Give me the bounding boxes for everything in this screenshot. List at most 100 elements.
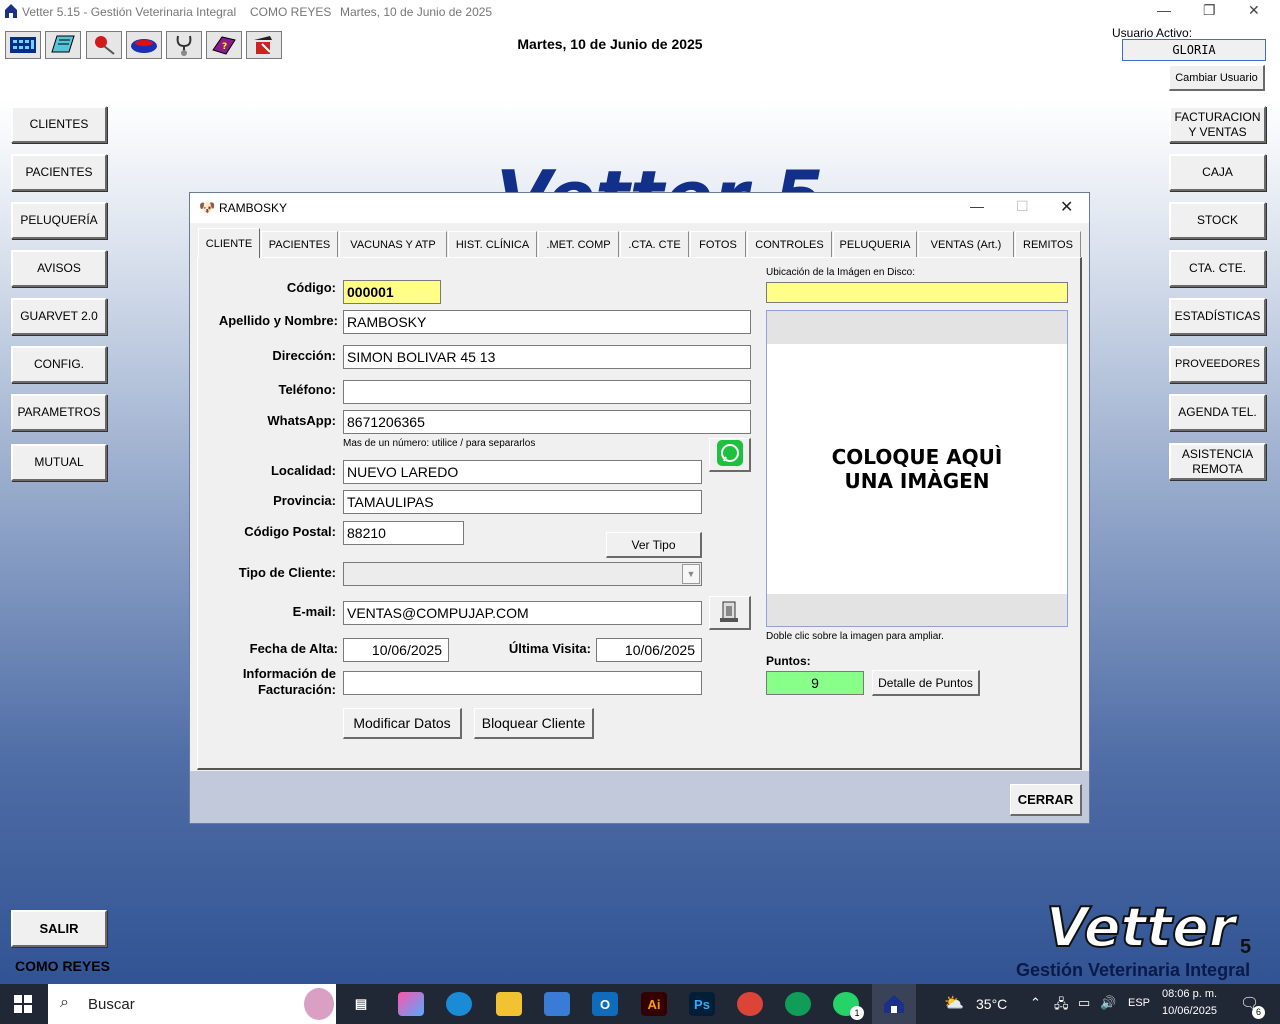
file-explorer-icon[interactable] — [496, 992, 522, 1016]
dialog-minimize-icon[interactable]: — — [970, 198, 984, 214]
codigo-label: Código: — [286, 280, 336, 295]
menu-pacientes-button[interactable]: PACIENTES — [11, 154, 107, 191]
mailbox-icon — [717, 598, 743, 627]
tab-pacientes[interactable]: PACIENTES — [261, 231, 338, 257]
app-title-bar: Vetter 5.15 - Gestión Veterinaria Integr… — [0, 0, 1280, 24]
tab-vacunas[interactable]: VACUNAS Y ATP — [339, 231, 447, 257]
ultima-visita-field[interactable]: 10/06/2025 — [596, 638, 702, 662]
whatsapp-button[interactable] — [709, 438, 751, 472]
menu-agenda-button[interactable]: AGENDA TEL. — [1169, 394, 1266, 431]
tab-remitos[interactable]: REMITOS — [1015, 231, 1081, 257]
copilot-icon[interactable] — [398, 992, 424, 1016]
menu-stock-button[interactable]: STOCK — [1169, 202, 1266, 239]
facturacion-field[interactable] — [343, 671, 702, 695]
tab-ventas[interactable]: VENTAS (Art.) — [918, 231, 1014, 257]
image-placeholder: COLOQUE AQUÌ UNA IMÀGEN — [767, 344, 1067, 594]
codigo-field[interactable]: 000001 — [343, 280, 441, 304]
vetter-taskbar-icon[interactable] — [872, 984, 916, 1024]
email-field[interactable]: VENTAS@COMPUJAP.COM — [343, 601, 702, 625]
menu-clientes-button[interactable]: CLIENTES — [11, 106, 107, 143]
provincia-field[interactable]: TAMAULIPAS — [343, 490, 702, 514]
telefono-field[interactable] — [343, 380, 751, 404]
menu-caja-button[interactable]: CAJA — [1169, 154, 1266, 191]
network-icon[interactable]: 🖧 — [1054, 995, 1069, 1017]
image-path-field[interactable] — [766, 282, 1068, 303]
language-indicator[interactable]: ESP — [1128, 997, 1150, 1009]
chevron-up-icon[interactable]: ⌃ — [1030, 995, 1041, 1011]
search-highlight-icon — [304, 988, 334, 1020]
dialog-title-bar: 🐶 RAMBOSKY — ☐ ✕ — [190, 193, 1089, 223]
tab-controles[interactable]: CONTROLES — [747, 231, 832, 257]
tab-met-comp[interactable]: .MET. COMP — [538, 231, 619, 257]
tab-peluqueria[interactable]: PELUQUERIA — [833, 231, 917, 257]
close-icon[interactable]: ✕ — [1248, 2, 1260, 19]
menu-peluqueria-button[interactable]: PELUQUERÍA — [11, 202, 107, 239]
localidad-field[interactable]: NUEVO LAREDO — [343, 460, 702, 484]
weather-icon: ⛅ — [944, 995, 964, 1012]
weather-temp[interactable]: 35°C — [976, 996, 1007, 1012]
outlook-icon[interactable]: O — [592, 992, 618, 1016]
nombre-field[interactable]: RAMBOSKY — [343, 310, 751, 334]
pin-icon[interactable] — [86, 31, 122, 59]
tab-bar: CLIENTE PACIENTES VACUNAS Y ATP HIST. CL… — [198, 228, 1081, 258]
monitor-icon[interactable]: ▭ — [1078, 995, 1090, 1011]
menu-avisos-button[interactable]: AVISOS — [11, 250, 107, 287]
cp-field[interactable]: 88210 — [343, 521, 464, 545]
telefono-label: Teléfono: — [278, 382, 336, 397]
modificar-datos-button[interactable]: Modificar Datos — [343, 708, 462, 739]
whatsapp-field[interactable]: 8671206365 — [343, 410, 751, 434]
notebook-icon[interactable] — [45, 31, 81, 59]
illustrator-icon[interactable]: Ai — [641, 992, 667, 1016]
windows-start-icon[interactable] — [14, 995, 32, 1016]
store-icon[interactable] — [544, 992, 570, 1016]
task-view-icon[interactable]: ▤ — [348, 992, 374, 1016]
help-book-icon[interactable]: ? — [206, 31, 242, 59]
chrome-profile-icon[interactable] — [785, 992, 811, 1016]
client-panel: Código: 000001 Apellido y Nombre: RAMBOS… — [197, 257, 1082, 770]
minimize-icon[interactable]: — — [1157, 2, 1171, 18]
menu-asistencia-button[interactable]: ASISTENCIA REMOTA — [1169, 443, 1266, 480]
volume-icon[interactable]: 🔊 — [1100, 995, 1116, 1011]
menu-guarvet-button[interactable]: GUARVET 2.0 — [11, 298, 107, 335]
send-email-button[interactable] — [709, 596, 751, 630]
image-placeholder-line2: UNA IMÀGEN — [844, 469, 990, 493]
tab-fotos[interactable]: FOTOS — [690, 231, 746, 257]
bloquear-cliente-button[interactable]: Bloquear Cliente — [474, 708, 594, 739]
restore-icon[interactable]: ❐ — [1203, 2, 1216, 19]
taskbar-search-box[interactable]: ⌕ Buscar — [48, 984, 336, 1024]
dialog-maximize-icon: ☐ — [1016, 198, 1029, 214]
menu-config-button[interactable]: CONFIG. — [11, 346, 107, 383]
tab-cta-cte[interactable]: .CTA. CTE — [620, 231, 689, 257]
exit-button[interactable]: SALIR — [11, 910, 107, 947]
tab-hist-clinica[interactable]: HIST. CLÍNICA — [448, 231, 537, 257]
pet-bowl-icon[interactable] — [126, 31, 162, 59]
provincia-label: Provincia: — [273, 493, 336, 508]
menu-proveedores-button[interactable]: PROVEEDORES — [1169, 346, 1266, 383]
menu-facturacion-button[interactable]: FACTURACION Y VENTAS — [1169, 106, 1266, 143]
direccion-field[interactable]: SIMON BOLIVAR 45 13 — [343, 345, 751, 369]
photoshop-icon[interactable]: Ps — [689, 992, 715, 1016]
menu-mutual-button[interactable]: MUTUAL — [11, 444, 107, 481]
change-user-button[interactable]: Cambiar Usuario — [1169, 65, 1265, 91]
chevron-down-icon[interactable]: ▼ — [682, 564, 700, 584]
clock-time[interactable]: 08:06 p. m. — [1162, 988, 1217, 1000]
image-dropzone[interactable]: COLOQUE AQUÌ UNA IMÀGEN — [766, 310, 1068, 627]
detalle-puntos-button[interactable]: Detalle de Puntos — [872, 670, 980, 696]
footer-user: COMO REYES — [15, 958, 110, 974]
dialog-close-icon[interactable]: ✕ — [1060, 197, 1073, 217]
calculator-icon[interactable] — [5, 31, 41, 59]
menu-cta-cte-button[interactable]: CTA. CTE. — [1169, 250, 1266, 287]
menu-estadisticas-button[interactable]: ESTADÍSTICAS — [1169, 298, 1266, 335]
ver-tipo-button[interactable]: Ver Tipo — [606, 532, 702, 558]
cerrar-button[interactable]: CERRAR — [1010, 784, 1082, 816]
menu-parametros-button[interactable]: PARAMETROS — [11, 394, 107, 431]
clock-date[interactable]: 10/06/2025 — [1162, 1005, 1217, 1017]
tools-icon[interactable] — [246, 31, 282, 59]
tipo-cliente-select[interactable]: ▼ — [343, 562, 702, 586]
edge-icon[interactable] — [446, 992, 472, 1016]
fecha-alta-field[interactable]: 10/06/2025 — [343, 638, 449, 662]
active-user-field: GLORIA — [1122, 39, 1266, 61]
stethoscope-icon[interactable] — [166, 31, 202, 59]
chrome-icon[interactable] — [737, 992, 763, 1016]
tab-cliente[interactable]: CLIENTE — [198, 228, 260, 258]
